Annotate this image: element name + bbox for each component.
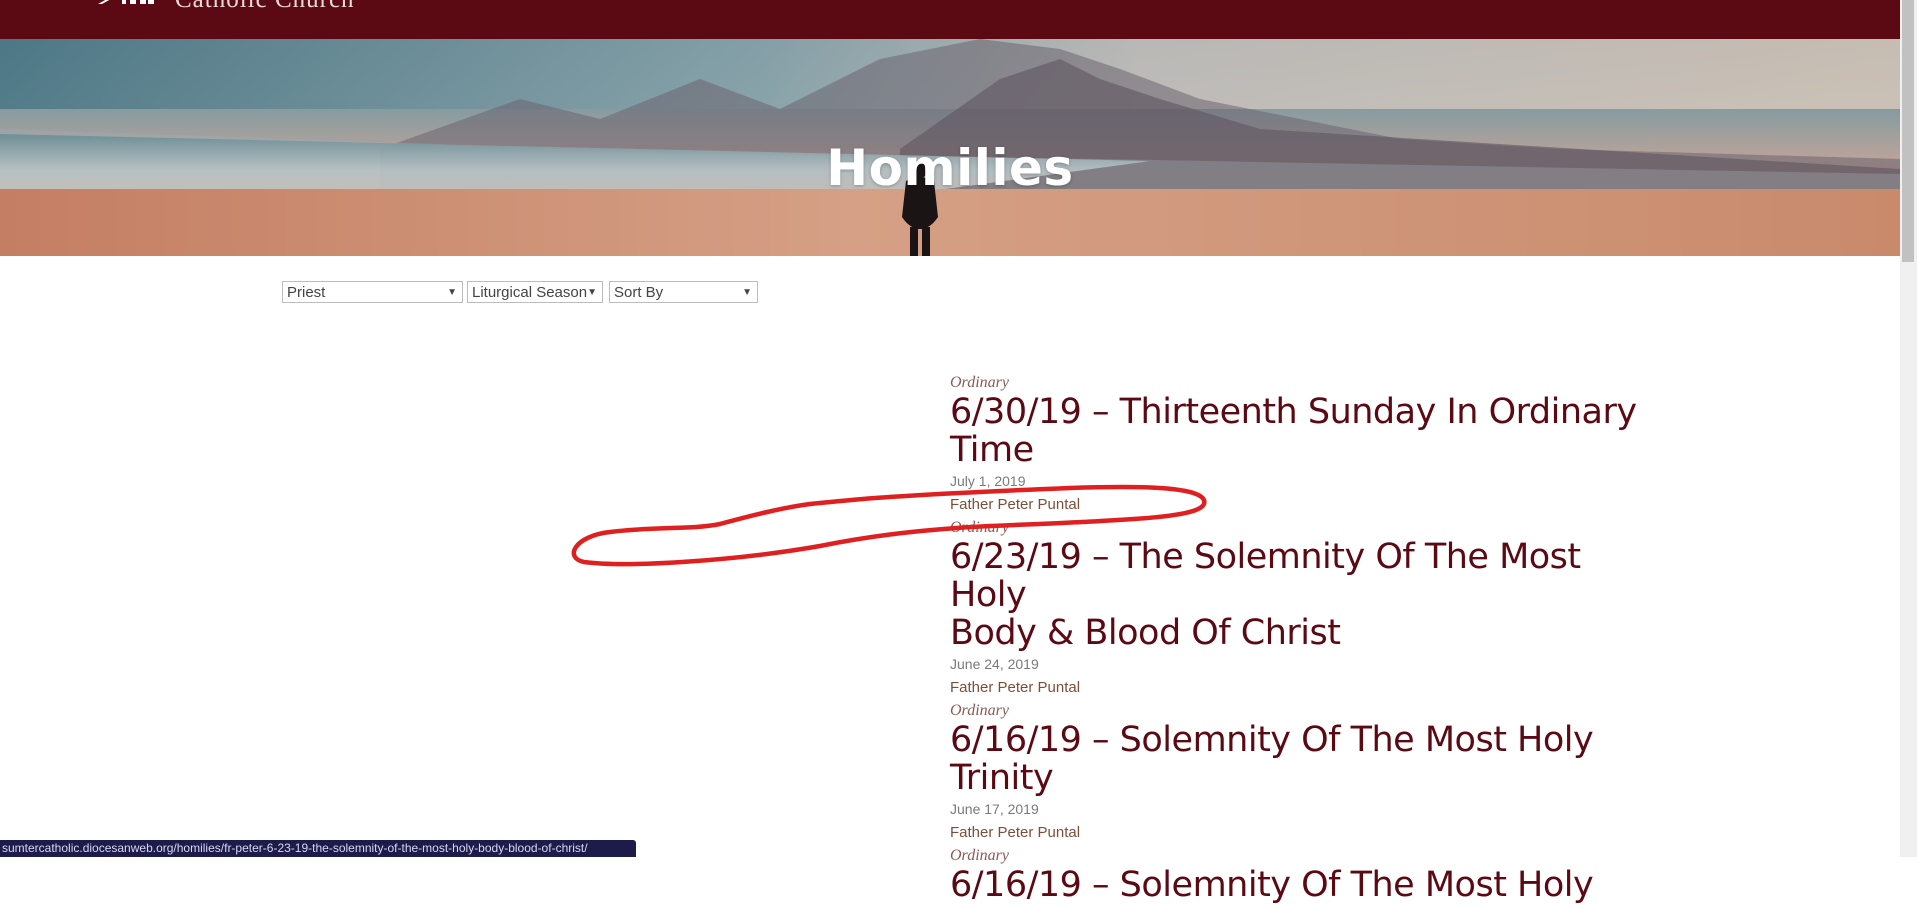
season-select-value: Liturgical Season (472, 284, 588, 301)
site-header: Catholic Church (0, 0, 1900, 39)
site-logo-text[interactable]: Catholic Church (175, 0, 355, 14)
homily-date: June 24, 2019 (950, 656, 1039, 672)
chevron-down-icon: ▼ (587, 287, 597, 298)
homily-title-line[interactable]: Time (950, 431, 1640, 469)
homily-title-line[interactable]: 6/16/19 – Solemnity Of The Most Holy (950, 866, 1640, 904)
homily-season[interactable]: Ordinary (950, 700, 1640, 721)
homily-title[interactable]: 6/30/19 – Thirteenth Sunday In Ordinary … (950, 393, 1640, 469)
hero-sand (0, 189, 1900, 256)
chevron-down-icon: ▼ (447, 287, 457, 298)
homily-item: Ordinary 6/16/19 – Solemnity Of The Most… (950, 845, 1640, 904)
homily-title-line[interactable]: 6/16/19 – Solemnity Of The Most Holy (950, 721, 1640, 759)
liturgical-season-select[interactable]: Liturgical Season ▼ (467, 281, 603, 303)
page-title: Homilies (826, 139, 1074, 197)
homily-list: Ordinary 6/30/19 – Thirteenth Sunday In … (950, 372, 1640, 904)
priest-select[interactable]: Priest ▼ (282, 281, 463, 303)
homily-priest[interactable]: Father Peter Puntal (950, 676, 1640, 700)
homily-item: Ordinary 6/16/19 – Solemnity Of The Most… (950, 700, 1640, 845)
link-status-bar: sumtercatholic.diocesanweb.org/homilies/… (0, 840, 636, 857)
homily-priest[interactable]: Father Peter Puntal (950, 821, 1640, 845)
homily-title[interactable]: 6/16/19 – Solemnity Of The Most Holy (950, 866, 1640, 904)
sort-select-value: Sort By (614, 284, 664, 301)
homily-season[interactable]: Ordinary (950, 372, 1640, 393)
homily-title-line[interactable]: Trinity (950, 759, 1640, 797)
homily-title-line[interactable]: 6/30/19 – Thirteenth Sunday In Ordinary (950, 393, 1640, 431)
homily-season[interactable]: Ordinary (950, 845, 1640, 866)
red-annotation-scribble (571, 484, 1207, 567)
sort-by-select[interactable]: Sort By ▼ (609, 281, 758, 303)
page-scrollbar[interactable] (1900, 0, 1917, 857)
hero-banner: Homilies (0, 39, 1900, 256)
scrollbar-thumb[interactable] (1902, 0, 1914, 262)
homily-date: June 17, 2019 (950, 801, 1039, 817)
logo-icon[interactable] (98, 0, 158, 4)
priest-select-value: Priest (287, 284, 326, 301)
chevron-down-icon: ▼ (742, 287, 752, 298)
homily-title[interactable]: 6/16/19 – Solemnity Of The Most Holy Tri… (950, 721, 1640, 797)
homily-title-line[interactable]: Body & Blood Of Christ (950, 614, 1640, 652)
